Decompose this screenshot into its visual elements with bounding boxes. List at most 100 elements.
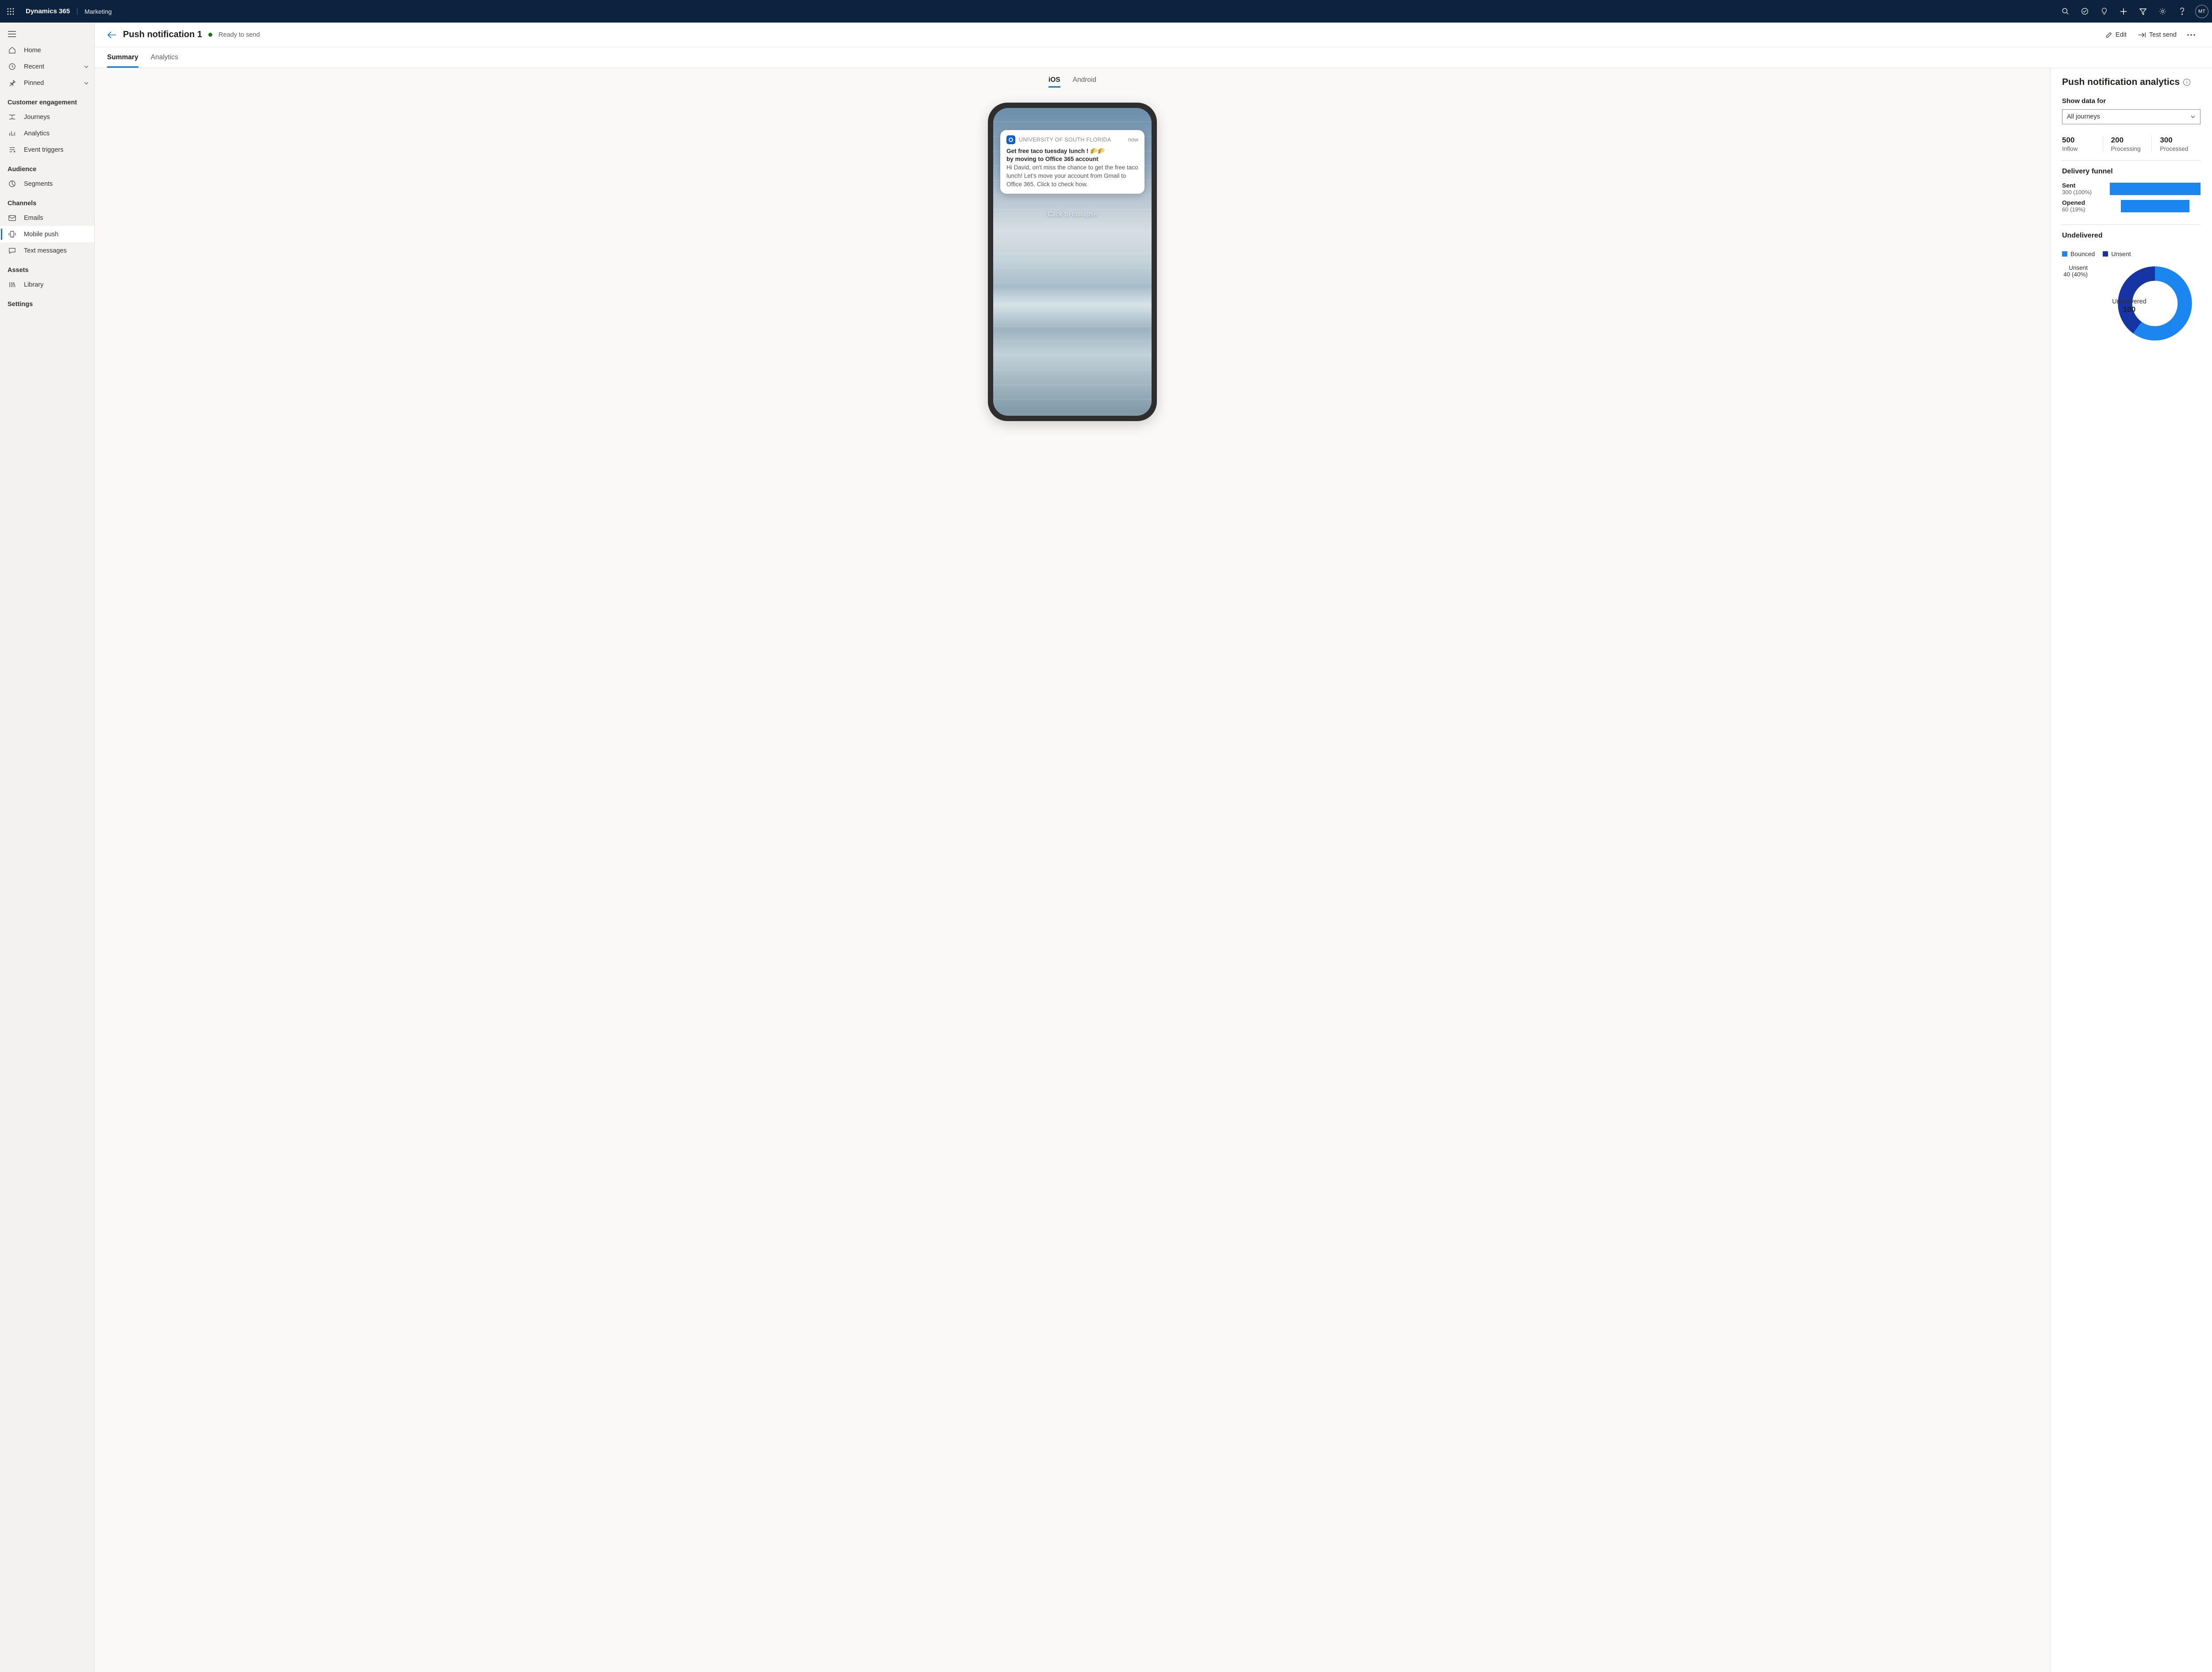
sidebar-item-emails[interactable]: Emails (0, 210, 94, 226)
app-name[interactable]: Dynamics 365 (26, 8, 70, 15)
clock-icon (8, 63, 16, 71)
sidebar-item-segments[interactable]: Segments (0, 176, 94, 192)
kpi-row: 500 Inflow 200 Processing 300 Processed (2062, 136, 2200, 152)
analytics-panel-title: Push notification analytics (2062, 77, 2180, 88)
info-icon[interactable]: i (2183, 79, 2190, 86)
sidebar-item-label: Emails (24, 215, 43, 222)
kpi-value: 300 (2160, 136, 2196, 145)
sidebar-item-label: Pinned (24, 80, 44, 87)
sidebar-heading: Settings (0, 293, 94, 311)
collapse-button[interactable]: Click to collapse (993, 211, 1152, 219)
sidebar-item-journeys[interactable]: Journeys (0, 109, 94, 125)
sidebar-item-label: Analytics (24, 130, 50, 137)
kpi-label: Processed (2160, 146, 2196, 152)
chevron-down-icon (84, 81, 89, 86)
sidebar-item-label: Journeys (24, 114, 50, 121)
legend-label: Unsent (2111, 250, 2131, 257)
edit-button[interactable]: Edit (2100, 29, 2132, 41)
mobile-push-icon (8, 230, 16, 238)
tab-android[interactable]: Android (1073, 76, 1096, 88)
kpi-value: 500 (2062, 136, 2098, 145)
sidebar-item-recent[interactable]: Recent (0, 58, 94, 75)
email-icon (8, 214, 16, 222)
sidebar-item-label: Home (24, 47, 41, 54)
content-row: iOS Android UNIVERSITY OF SOUTH FLORIDA … (95, 68, 2212, 1672)
sms-icon (8, 247, 16, 255)
sidebar-heading: Assets (0, 259, 94, 276)
form-header: Push notification 1 Ready to send Edit T… (95, 23, 2212, 47)
sidebar-item-label: Mobile push (24, 231, 58, 238)
help-icon[interactable] (2173, 1, 2191, 22)
sidebar-item-label: Event triggers (24, 146, 63, 153)
filter-icon[interactable] (2134, 1, 2152, 22)
sidebar-item-text-messages[interactable]: Text messages (0, 242, 94, 259)
lightbulb-icon[interactable] (2095, 1, 2113, 22)
analytics-panel: Push notification analytics i Show data … (2051, 68, 2212, 1672)
show-data-label: Show data for (2062, 97, 2200, 105)
trigger-icon (8, 146, 16, 154)
tab-analytics[interactable]: Analytics (151, 47, 178, 68)
more-actions-button[interactable] (2183, 31, 2200, 39)
back-button[interactable] (107, 31, 117, 39)
pin-icon (8, 79, 16, 87)
tab-summary[interactable]: Summary (107, 47, 138, 68)
button-label: Test send (2149, 31, 2177, 38)
funnel-sublabel: 60 (19%) (2062, 206, 2110, 213)
sidebar-toggle[interactable] (0, 26, 94, 42)
legend-label: Bounced (2070, 250, 2095, 257)
funnel-row-opened: Opened 60 (19%) (2062, 199, 2200, 213)
sidebar-item-label: Segments (24, 180, 53, 188)
topbar-right: MT (2056, 1, 2208, 22)
sidebar-item-mobile-push[interactable]: Mobile push (0, 226, 94, 242)
user-avatar[interactable]: MT (2195, 5, 2208, 18)
sidebar-item-pinned[interactable]: Pinned (0, 75, 94, 91)
kpi-value: 200 (2111, 136, 2147, 145)
header-actions: Edit Test send (2100, 29, 2200, 41)
notification-title-line1: Get free taco tuesday lunch ! 🌮🌮 (1006, 147, 1138, 156)
kpi-processing: 200 Processing (2103, 136, 2152, 152)
form-tabs: Summary Analytics (95, 47, 2212, 68)
funnel-row-sent: Sent 300 (100%) (2062, 182, 2200, 196)
undelivered-donut: Unsent 40 (40%) Undelivered 100 (2062, 264, 2200, 343)
sidebar-item-analytics[interactable]: Analytics (0, 125, 94, 142)
sidebar-item-event-triggers[interactable]: Event triggers (0, 142, 94, 158)
phone-screen: UNIVERSITY OF SOUTH FLORIDA now Get free… (993, 108, 1152, 416)
platform-tabs: iOS Android (1048, 68, 1096, 93)
gear-icon[interactable] (2154, 1, 2171, 22)
tab-ios[interactable]: iOS (1048, 76, 1060, 88)
sidebar-item-home[interactable]: Home (0, 42, 94, 58)
donut-center-label: Undelivered (2085, 298, 2174, 305)
journeys-icon (8, 113, 16, 121)
notification-title-line2: by moving to Office 365 account (1006, 156, 1138, 162)
notification-body: Hi David, on't miss the chance to get th… (1006, 163, 1138, 188)
kpi-processed: 300 Processed (2151, 136, 2200, 152)
topbar-left: Dynamics 365 Marketing (4, 4, 112, 19)
phone-mockup: UNIVERSITY OF SOUTH FLORIDA now Get free… (988, 103, 1157, 421)
test-send-button[interactable]: Test send (2133, 29, 2182, 41)
chevron-down-icon (84, 64, 89, 69)
kpi-inflow: 500 Inflow (2062, 136, 2103, 152)
kpi-label: Inflow (2062, 146, 2098, 152)
main-content: Push notification 1 Ready to send Edit T… (95, 23, 2212, 1672)
app-launcher-icon[interactable] (4, 4, 18, 19)
task-icon[interactable] (2076, 1, 2093, 22)
chevron-down-icon (2190, 114, 2196, 119)
preview-column: iOS Android UNIVERSITY OF SOUTH FLORIDA … (95, 68, 2051, 1672)
sidebar-item-label: Library (24, 281, 43, 288)
plus-icon[interactable] (2115, 1, 2132, 22)
library-icon (8, 281, 16, 289)
segments-icon (8, 180, 16, 188)
funnel-label: Opened (2062, 199, 2110, 206)
delivery-funnel-title: Delivery funnel (2062, 160, 2200, 176)
kpi-label: Processing (2111, 146, 2147, 152)
sidebar-item-library[interactable]: Library (0, 276, 94, 293)
journey-filter-dropdown[interactable]: All journeys (2062, 109, 2200, 124)
search-icon[interactable] (2056, 1, 2074, 22)
legend-unsent: Unsent (2103, 250, 2131, 257)
global-topbar: Dynamics 365 Marketing MT (0, 0, 2212, 23)
sidebar-heading: Channels (0, 192, 94, 210)
module-name[interactable]: Marketing (77, 8, 111, 15)
sidebar-heading: Customer engagement (0, 91, 94, 109)
home-icon (8, 46, 16, 54)
undelivered-legend: Bounced Unsent (2062, 250, 2200, 257)
